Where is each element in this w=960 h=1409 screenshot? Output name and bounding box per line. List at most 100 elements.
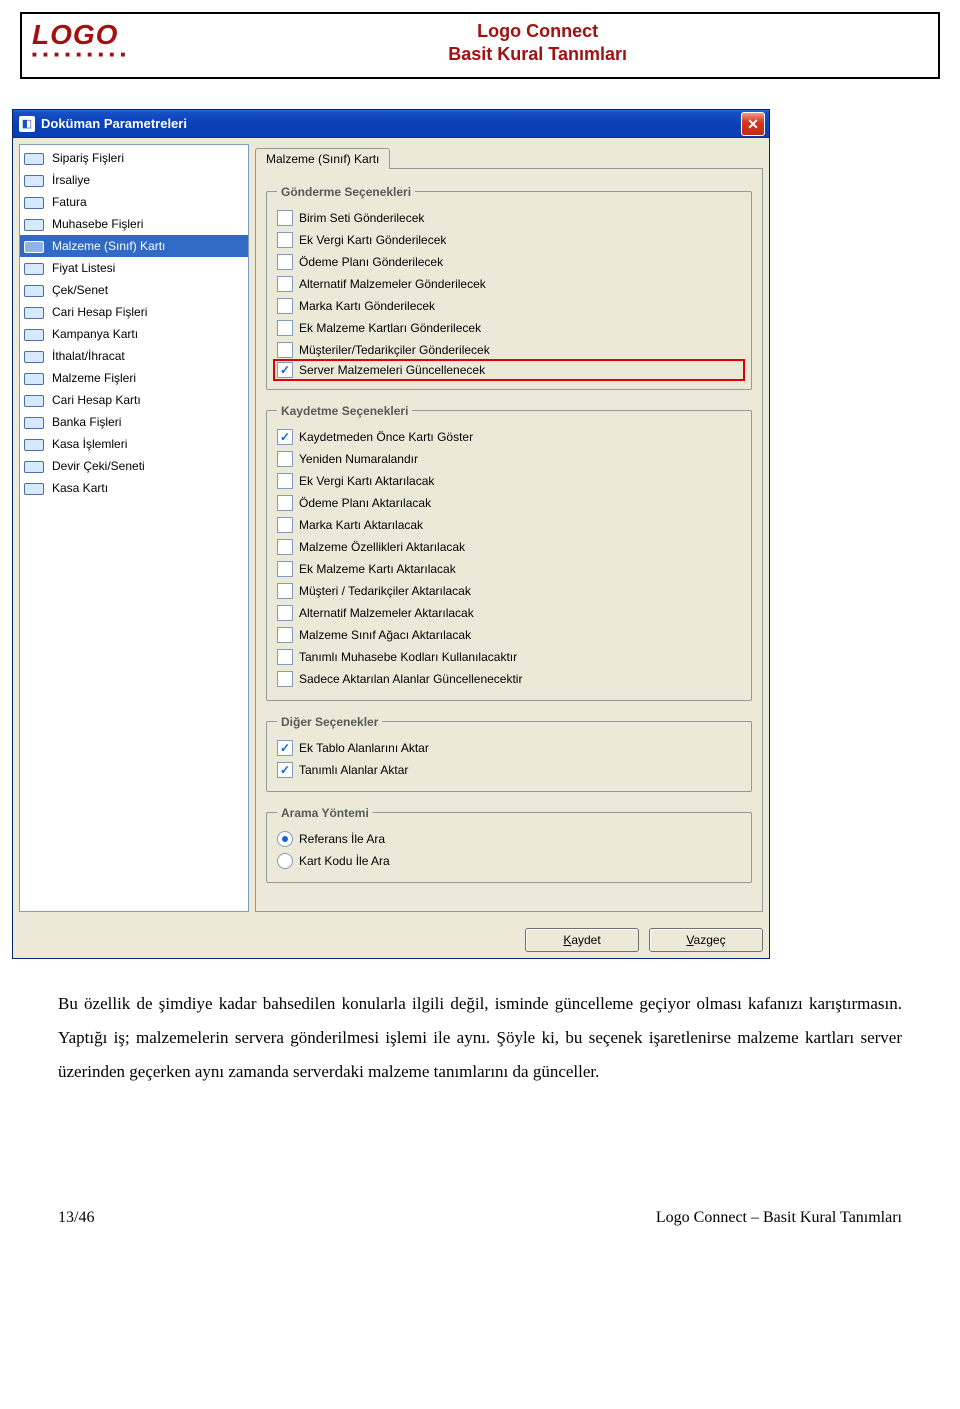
- save-button[interactable]: Kaydet: [525, 928, 639, 952]
- checkbox[interactable]: [277, 495, 293, 511]
- tab-row: Malzeme (Sınıf) Kartı: [255, 144, 763, 168]
- checkbox[interactable]: [277, 232, 293, 248]
- checkbox-row[interactable]: Tanımlı Alanlar Aktar: [277, 759, 741, 781]
- checkbox-row[interactable]: Ek Vergi Kartı Aktarılacak: [277, 470, 741, 492]
- checkbox-row[interactable]: Ek Tablo Alanlarını Aktar: [277, 737, 741, 759]
- sidebar-item-label: Devir Çeki/Seneti: [52, 457, 145, 475]
- checkbox[interactable]: [277, 627, 293, 643]
- checkbox[interactable]: [277, 276, 293, 292]
- document-icon: [24, 261, 46, 275]
- checkbox-row[interactable]: Ek Malzeme Kartları Gönderilecek: [277, 317, 741, 339]
- sidebar-item-label: Kasa İşlemleri: [52, 435, 127, 453]
- checkbox-label: Ek Vergi Kartı Gönderilecek: [299, 233, 446, 247]
- radio[interactable]: [277, 831, 293, 847]
- checkbox[interactable]: [277, 539, 293, 555]
- checkbox[interactable]: [277, 671, 293, 687]
- checkbox-row[interactable]: Birim Seti Gönderilecek: [277, 207, 741, 229]
- checkbox[interactable]: [277, 583, 293, 599]
- sidebar-item-label: Kasa Kartı: [52, 479, 108, 497]
- checkbox[interactable]: [277, 649, 293, 665]
- sidebar-item[interactable]: Banka Fişleri: [20, 411, 248, 433]
- sidebar-item[interactable]: Devir Çeki/Seneti: [20, 455, 248, 477]
- sidebar-item[interactable]: Malzeme Fişleri: [20, 367, 248, 389]
- checkbox-label: Malzeme Özellikleri Aktarılacak: [299, 540, 465, 554]
- checkbox[interactable]: [277, 740, 293, 756]
- sidebar-item[interactable]: Kasa Kartı: [20, 477, 248, 499]
- checkbox-row[interactable]: Ödeme Planı Aktarılacak: [277, 492, 741, 514]
- checkbox-row[interactable]: Sadece Aktarılan Alanlar Güncellenecekti…: [277, 668, 741, 690]
- sidebar-item-label: Fiyat Listesi: [52, 259, 115, 277]
- document-icon: [24, 349, 46, 363]
- sidebar-item-label: İrsaliye: [52, 171, 90, 189]
- checkbox-row[interactable]: Ek Vergi Kartı Gönderilecek: [277, 229, 741, 251]
- radio-row[interactable]: Kart Kodu İle Ara: [277, 850, 741, 872]
- sidebar-item[interactable]: Fatura: [20, 191, 248, 213]
- sidebar-item[interactable]: Sipariş Fişleri: [20, 147, 248, 169]
- radio[interactable]: [277, 853, 293, 869]
- logo: LOGO ■ ■ ■ ■ ■ ■ ■ ■ ■: [32, 21, 127, 59]
- checkbox[interactable]: [277, 254, 293, 270]
- document-icon: [24, 481, 46, 495]
- document-icon: [24, 195, 46, 209]
- checkbox-label: Tanımlı Muhasebe Kodları Kullanılacaktır: [299, 650, 517, 664]
- main-panel: Malzeme (Sınıf) Kartı Gönderme Seçenekle…: [255, 144, 763, 912]
- checkbox[interactable]: [277, 605, 293, 621]
- checkbox[interactable]: [277, 561, 293, 577]
- sidebar-item[interactable]: Cari Hesap Fişleri: [20, 301, 248, 323]
- sidebar-item[interactable]: İrsaliye: [20, 169, 248, 191]
- checkbox[interactable]: [277, 429, 293, 445]
- document-icon: [24, 327, 46, 341]
- sidebar-item[interactable]: Cari Hesap Kartı: [20, 389, 248, 411]
- document-icon: [24, 437, 46, 451]
- checkbox-row[interactable]: Malzeme Sınıf Ağacı Aktarılacak: [277, 624, 741, 646]
- group-diger-legend: Diğer Seçenekler: [277, 715, 382, 729]
- checkbox-label: Yeniden Numaralandır: [299, 452, 418, 466]
- checkbox[interactable]: [277, 342, 293, 358]
- close-button[interactable]: ✕: [741, 112, 765, 136]
- checkbox-row[interactable]: Ek Malzeme Kartı Aktarılacak: [277, 558, 741, 580]
- checkbox[interactable]: [277, 320, 293, 336]
- checkbox-row[interactable]: Server Malzemeleri Güncellenecek: [273, 359, 745, 381]
- checkbox-row[interactable]: Müşteriler/Tedarikçiler Gönderilecek: [277, 339, 741, 361]
- cancel-button[interactable]: Vazgeç: [649, 928, 763, 952]
- checkbox-row[interactable]: Marka Kartı Gönderilecek: [277, 295, 741, 317]
- footer-title: Logo Connect – Basit Kural Tanımları: [656, 1209, 902, 1227]
- sidebar-item-label: Fatura: [52, 193, 87, 211]
- checkbox-row[interactable]: Müşteri / Tedarikçiler Aktarılacak: [277, 580, 741, 602]
- sidebar-item[interactable]: Kasa İşlemleri: [20, 433, 248, 455]
- checkbox-row[interactable]: Marka Kartı Aktarılacak: [277, 514, 741, 536]
- radio-row[interactable]: Referans İle Ara: [277, 828, 741, 850]
- checkbox[interactable]: [277, 473, 293, 489]
- checkbox[interactable]: [277, 451, 293, 467]
- sidebar-item[interactable]: Fiyat Listesi: [20, 257, 248, 279]
- checkbox[interactable]: [277, 298, 293, 314]
- group-diger: Diğer Seçenekler Ek Tablo Alanlarını Akt…: [266, 715, 752, 792]
- checkbox-label: Ek Malzeme Kartı Aktarılacak: [299, 562, 456, 576]
- sidebar-item[interactable]: Çek/Senet: [20, 279, 248, 301]
- checkbox-row[interactable]: Alternatif Malzemeler Gönderilecek: [277, 273, 741, 295]
- checkbox-row[interactable]: Tanımlı Muhasebe Kodları Kullanılacaktır: [277, 646, 741, 668]
- checkbox-row[interactable]: Yeniden Numaralandır: [277, 448, 741, 470]
- checkbox[interactable]: [277, 762, 293, 778]
- dialog-body: Sipariş Fişleri İrsaliye Fatura Muhasebe Fi…: [13, 138, 769, 918]
- checkbox[interactable]: [277, 517, 293, 533]
- checkbox-label: Ek Malzeme Kartları Gönderilecek: [299, 321, 481, 335]
- body-paragraph: Bu özellik de şimdiye kadar bahsedilen k…: [58, 987, 902, 1089]
- checkbox-row[interactable]: Alternatif Malzemeler Aktarılacak: [277, 602, 741, 624]
- checkbox-row[interactable]: Kaydetmeden Önce Kartı Göster: [277, 426, 741, 448]
- checkbox-row[interactable]: Malzeme Özellikleri Aktarılacak: [277, 536, 741, 558]
- checkbox[interactable]: [277, 362, 293, 378]
- dialog-window: ◧ Doküman Parametreleri ✕ Sipariş Fişler…: [12, 109, 770, 959]
- tab-malzeme[interactable]: Malzeme (Sınıf) Kartı: [255, 148, 390, 169]
- sidebar-item[interactable]: Kampanya Kartı: [20, 323, 248, 345]
- sidebar-item-label: İthalat/İhracat: [52, 347, 125, 365]
- checkbox-label: Ödeme Planı Aktarılacak: [299, 496, 431, 510]
- sidebar-item[interactable]: İthalat/İhracat: [20, 345, 248, 367]
- checkbox-row[interactable]: Ödeme Planı Gönderilecek: [277, 251, 741, 273]
- checkbox[interactable]: [277, 210, 293, 226]
- document-icon: [24, 415, 46, 429]
- sidebar-item-label: Muhasebe Fişleri: [52, 215, 143, 233]
- sidebar-item[interactable]: Malzeme (Sınıf) Kartı: [20, 235, 248, 257]
- sidebar-item[interactable]: Muhasebe Fişleri: [20, 213, 248, 235]
- titlebar[interactable]: ◧ Doküman Parametreleri ✕: [13, 110, 769, 138]
